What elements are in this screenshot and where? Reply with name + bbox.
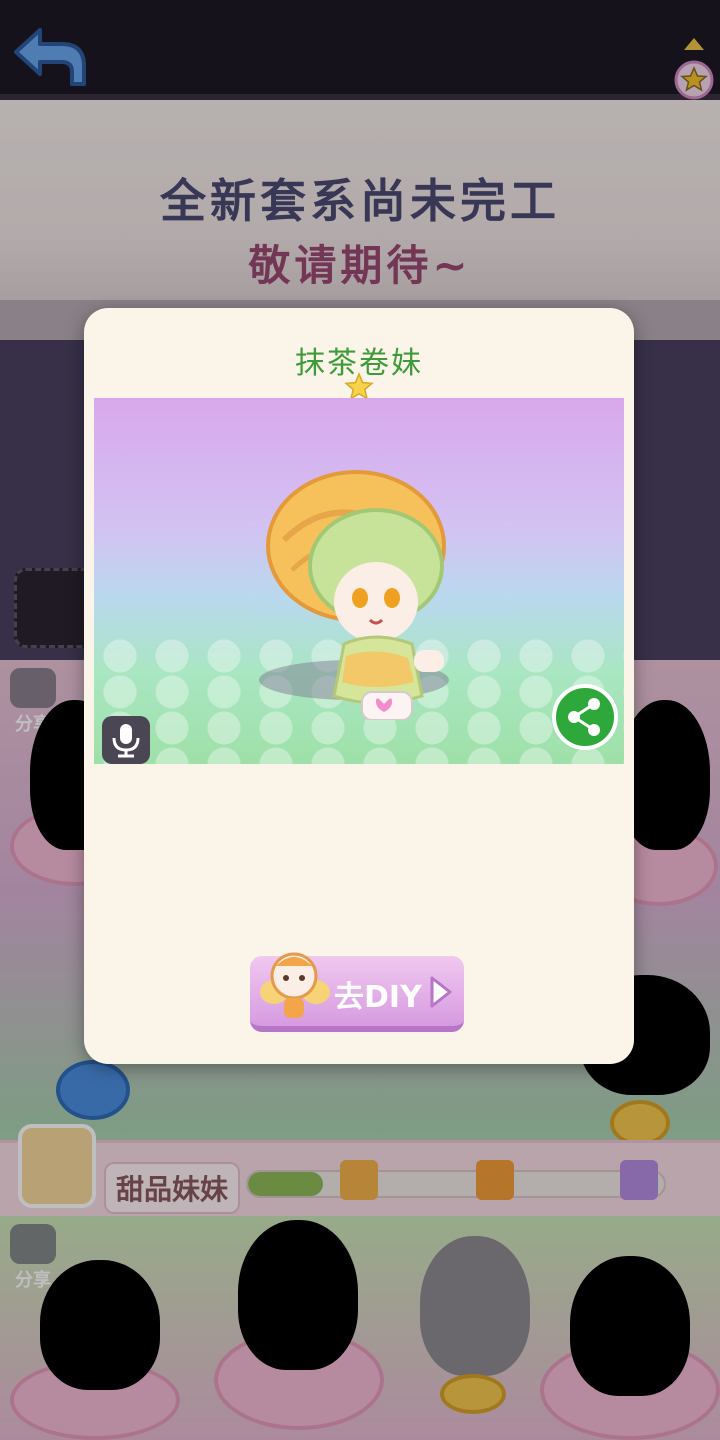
character-detail-dialog: 抹茶卷妹 去DIY bbox=[84, 308, 634, 1064]
go-diy-button[interactable]: 去DIY bbox=[250, 952, 464, 1032]
share-icon bbox=[568, 698, 600, 736]
go-diy-label: 去DIY bbox=[334, 980, 422, 1015]
bee-mascot-icon bbox=[260, 952, 330, 1018]
character-preview bbox=[94, 398, 624, 764]
voice-button[interactable] bbox=[102, 716, 150, 764]
matcha-roll-character[interactable] bbox=[264, 460, 454, 720]
share-button[interactable] bbox=[552, 684, 618, 750]
play-arrow-icon bbox=[430, 976, 452, 1008]
microphone-icon bbox=[112, 724, 140, 758]
